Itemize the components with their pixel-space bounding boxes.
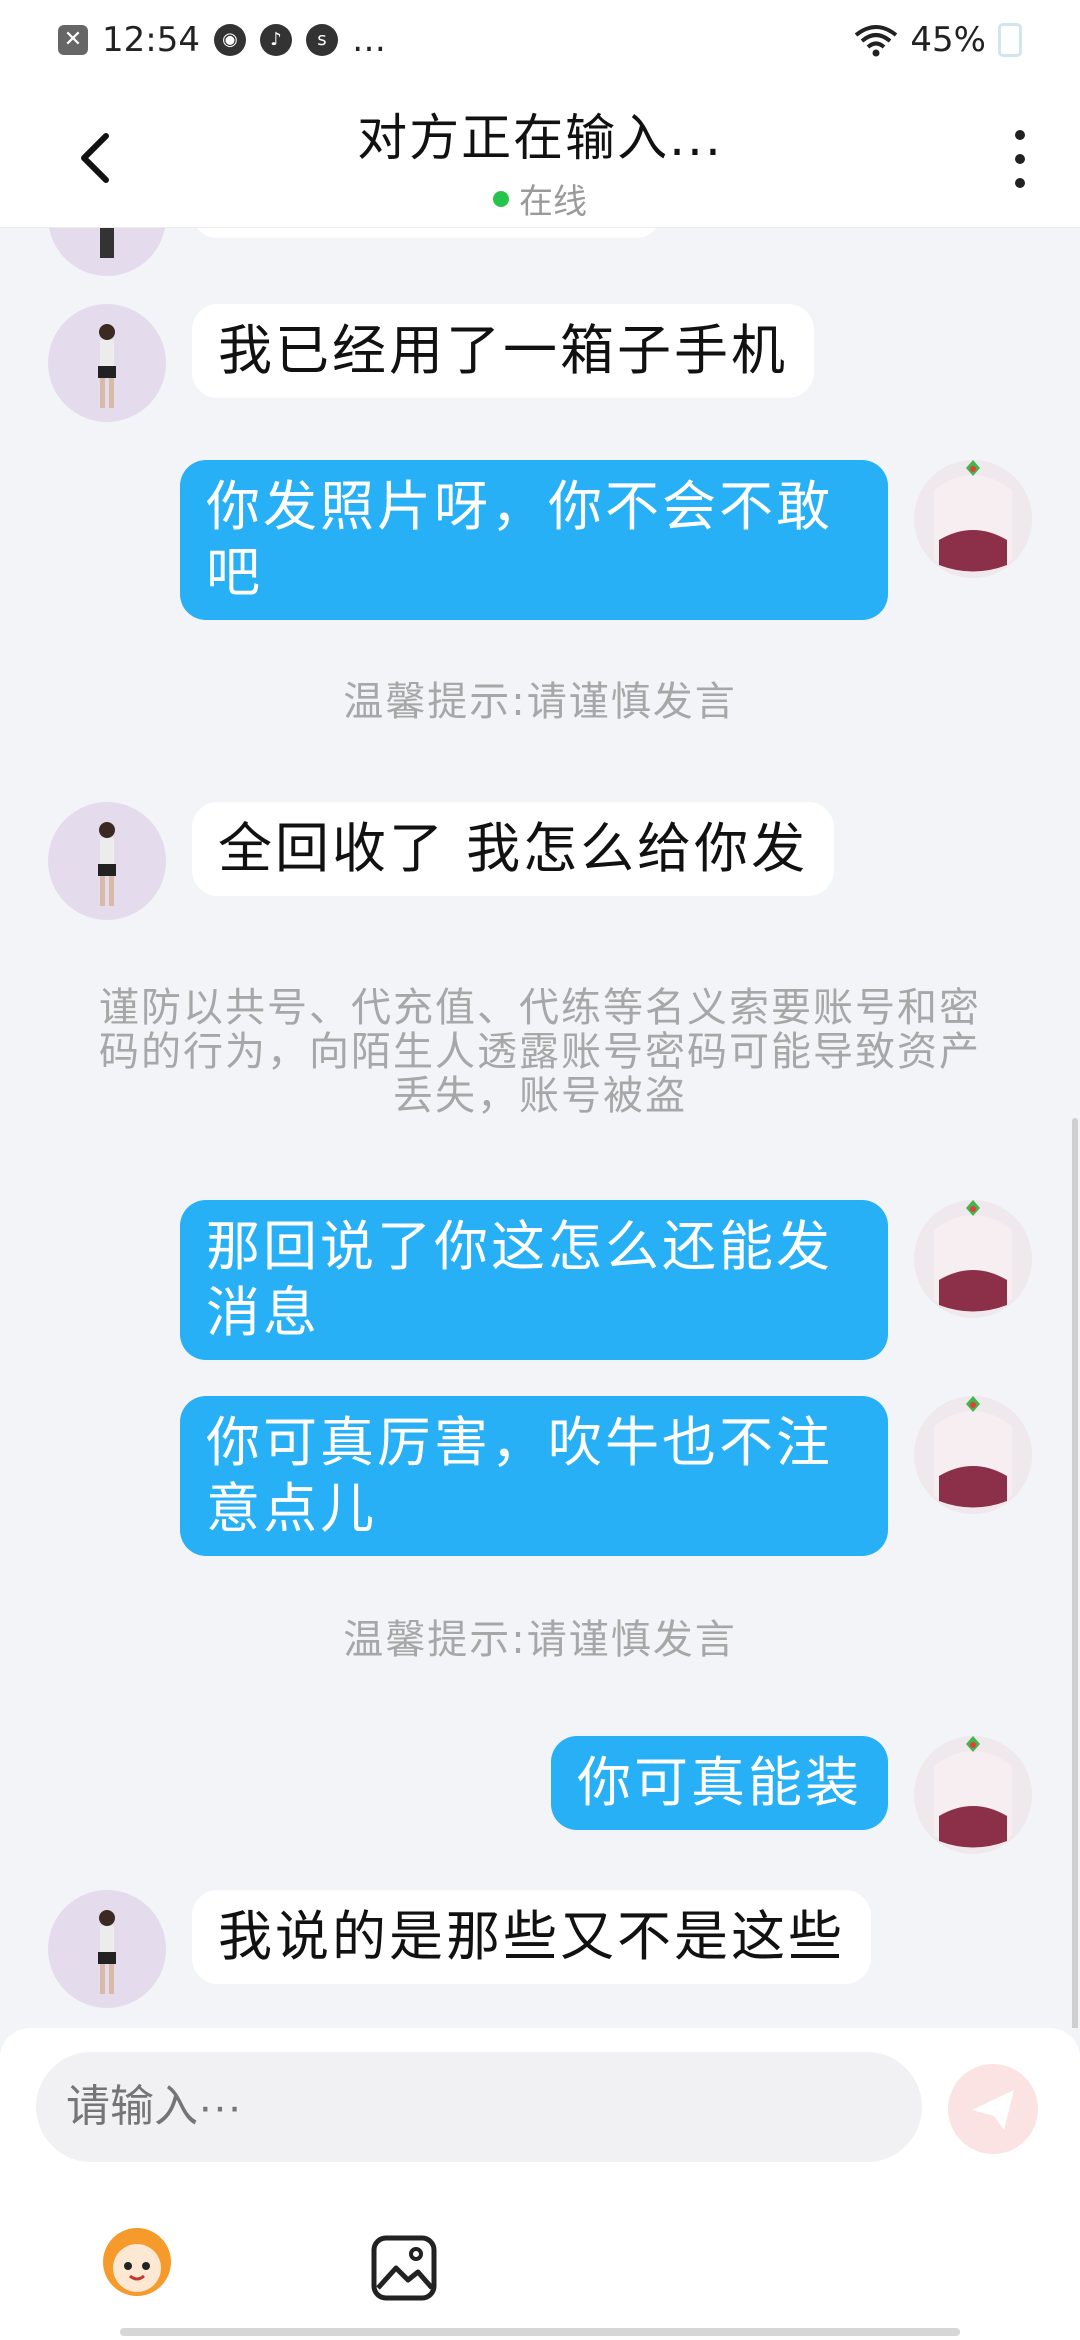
- message-bubble: 我已经用了一箱子手机: [192, 304, 814, 398]
- more-icon[interactable]: [1010, 130, 1030, 188]
- message-input[interactable]: [36, 2052, 922, 2162]
- battery-icon: [998, 23, 1022, 57]
- status-more: …: [351, 20, 386, 60]
- my-avatar[interactable]: [914, 1396, 1032, 1514]
- status-right: 45%: [854, 20, 1022, 60]
- status-bar: ✕ 12:54 ◉ ♪ s … 45%: [0, 0, 1080, 80]
- my-avatar[interactable]: [914, 1736, 1032, 1854]
- online-status: 在线: [0, 174, 1080, 223]
- partner-avatar[interactable]: [48, 1890, 166, 2008]
- security-notice: 谨防以共号、代充值、代练等名义索要账号和密码的行为，向陌生人透露账号密码可能导致…: [99, 985, 981, 1119]
- chat-scrollbar[interactable]: [1072, 1118, 1078, 2028]
- online-dot-icon: [493, 190, 509, 207]
- music-app-icon: ♪: [259, 24, 292, 56]
- audio-app-icon: ◉: [213, 24, 246, 56]
- partner-avatar[interactable]: [48, 802, 166, 920]
- chat-area[interactable]: 我已经用了一箱子手机 你发照片呀，你不会不敢吧 温馨提示:请谨慎发言 全回收了 …: [0, 228, 1080, 2028]
- message-bubble: 你可真能装: [551, 1736, 888, 1830]
- status-time: 12:54: [102, 20, 200, 60]
- partner-avatar[interactable]: [48, 228, 166, 276]
- message-bubble: 我说的是那些又不是这些: [192, 1890, 871, 1984]
- system-notice: 温馨提示:请谨慎发言: [343, 679, 737, 725]
- chat-header: 对方正在输入... 在线: [0, 80, 1080, 228]
- image-icon[interactable]: [370, 2234, 438, 2302]
- message-bubble-partial: [192, 228, 662, 238]
- my-avatar[interactable]: [914, 1200, 1032, 1318]
- message-bubble: 你可真厉害，吹牛也不注意点儿: [180, 1396, 888, 1556]
- message-bubble: 全回收了 我怎么给你发: [192, 802, 835, 896]
- title-block: 对方正在输入... 在线: [0, 98, 1080, 223]
- page-title: 对方正在输入...: [357, 109, 723, 167]
- wifi-icon: [855, 25, 898, 57]
- app-icon: s: [305, 24, 338, 56]
- my-avatar[interactable]: [914, 460, 1032, 578]
- message-bubble: 那回说了你这怎么还能发消息: [180, 1200, 888, 1360]
- composer: [0, 2028, 1080, 2340]
- notification-icon: ✕: [58, 25, 88, 55]
- home-indicator: [120, 2328, 960, 2336]
- partner-avatar[interactable]: [48, 304, 166, 422]
- status-left: ✕ 12:54 ◉ ♪ s …: [58, 20, 386, 60]
- battery-level: 45%: [910, 20, 986, 60]
- message-bubble: 你发照片呀，你不会不敢吧: [180, 460, 888, 620]
- send-icon: [972, 2090, 1014, 2130]
- online-status-label: 在线: [519, 182, 587, 222]
- emoji-icon[interactable]: [92, 2214, 182, 2304]
- send-button[interactable]: [948, 2064, 1038, 2154]
- system-notice: 温馨提示:请谨慎发言: [343, 1617, 737, 1663]
